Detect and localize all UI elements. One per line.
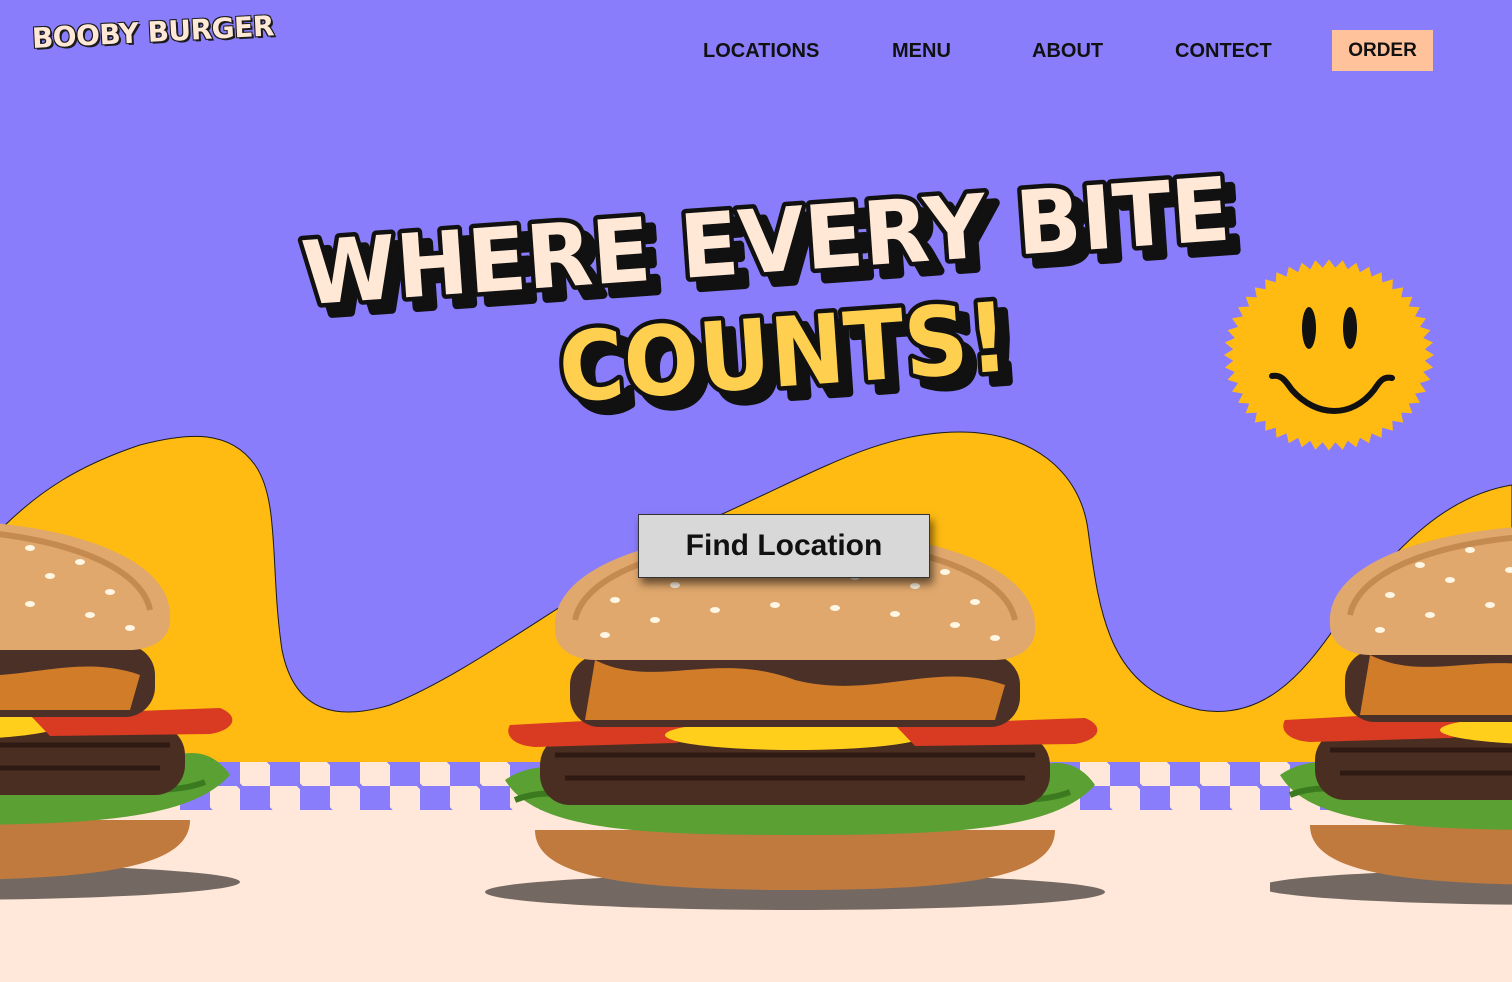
headline-line1-shadow: WHERE EVERY BITE [309,168,1244,336]
order-button[interactable]: ORDER [1332,30,1433,71]
smiley-sun-icon [1224,259,1434,451]
burger-image-left [0,520,240,910]
headline-line1: WHERE EVERY BITE [298,158,1233,326]
nav-contact[interactable]: CONTECT [1175,40,1272,63]
nav-menu[interactable]: MENU [892,40,951,63]
main-nav: LOCATIONS MENU ABOUT CONTECT ORDER [0,30,1512,71]
burger-image-center [425,530,1165,910]
headline-line2-shadow: COUNTS! [566,292,1023,420]
find-location-button[interactable]: Find Location [638,514,930,578]
nav-locations[interactable]: LOCATIONS [703,40,819,63]
headline-line2: COUNTS! [555,281,1012,420]
burger-image-right [1270,525,1512,915]
nav-about[interactable]: ABOUT [1032,40,1103,63]
